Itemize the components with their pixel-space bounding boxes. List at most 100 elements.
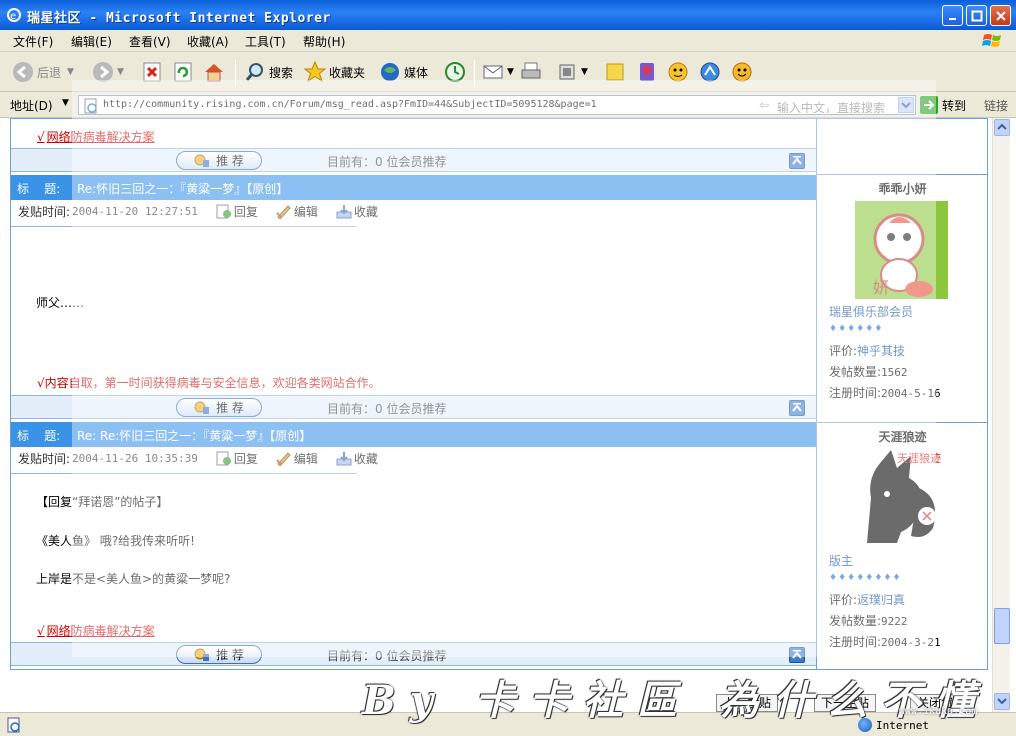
- favorites-button[interactable]: 收藏夹: [304, 60, 365, 84]
- meta-divider: [11, 473, 357, 474]
- recommend-button[interactable]: 推 荐: [176, 645, 262, 664]
- mail-button[interactable]: ▼: [482, 60, 514, 84]
- qq-button[interactable]: [667, 60, 692, 84]
- vertical-scrollbar[interactable]: [992, 118, 1010, 712]
- search-icon: [245, 63, 263, 81]
- maximize-button[interactable]: [966, 5, 987, 26]
- back-to-top-icon[interactable]: [789, 647, 805, 663]
- svg-text:e: e: [10, 11, 16, 22]
- menu-view[interactable]: 查看(V): [129, 33, 171, 50]
- page-content: √ 网络防病毒解决方案 推 荐 目前有：0 位会员推荐 标 题: Re:怀旧三回之…: [0, 118, 1016, 712]
- go-button[interactable]: 转到: [920, 96, 966, 114]
- recommend-bar: 推 荐 目前有：0 位会员推荐: [11, 148, 816, 172]
- user-reg-time: 注册时间:2004-3-21: [829, 635, 941, 649]
- panel-divider: [817, 422, 988, 423]
- post-header: 标 题: Re: Re:怀旧三回之一：『黄粱一梦』【原创】: [11, 422, 816, 447]
- tool-button[interactable]: [699, 60, 724, 84]
- edit-button[interactable]: 编辑: [276, 203, 318, 220]
- user-name[interactable]: 天涯狼迹: [817, 428, 988, 445]
- url-dropdown-button[interactable]: [898, 97, 914, 113]
- refresh-button[interactable]: [172, 60, 197, 84]
- post-body-line: 【回复“拜诺恩”的帖子】: [36, 495, 169, 509]
- print-button[interactable]: [520, 60, 545, 84]
- menu-file[interactable]: 文件(F): [13, 33, 53, 50]
- column-divider: [816, 118, 817, 670]
- next-topic-button[interactable]: 下一主贴: [814, 694, 877, 712]
- address-dropdown-icon[interactable]: ▼: [62, 98, 69, 108]
- user-avatar: 天涯狼迹: [857, 448, 947, 548]
- user-avatar: 妍: [855, 201, 948, 299]
- menu-tools[interactable]: 工具(T): [245, 33, 286, 50]
- edit-page-icon: [559, 64, 575, 80]
- meta-divider: [11, 226, 357, 227]
- ad-link-antivirus[interactable]: √ 网络防病毒解决方案: [37, 622, 155, 639]
- search-arrow-icon: ⇦: [759, 98, 770, 112]
- medal-icon: [194, 401, 210, 414]
- back-to-top-icon[interactable]: [789, 400, 805, 416]
- address-label: 地址(D): [10, 99, 53, 113]
- stop-icon: [143, 62, 161, 82]
- recommend-button[interactable]: 推 荐: [176, 398, 262, 417]
- menu-edit[interactable]: 编辑(E): [71, 33, 112, 50]
- menu-bar: 文件(F) 编辑(E) 查看(V) 收藏(A) 工具(T) 帮助(H): [0, 30, 1016, 52]
- forward-arrow-icon: [93, 62, 113, 82]
- subject-label: 标 题:: [17, 429, 61, 443]
- links-button[interactable]: 链接: [984, 97, 1008, 114]
- menu-favorites[interactable]: 收藏(A): [187, 33, 229, 50]
- windows-logo-icon: [982, 34, 1001, 47]
- back-arrow-icon: [13, 62, 33, 82]
- address-input[interactable]: http://community.rising.com.cn/Forum/msg…: [78, 95, 916, 115]
- status-bar: Internet: [0, 712, 1016, 736]
- reply-icon: [216, 451, 231, 466]
- svg-text:天涯狼迹: 天涯狼迹: [897, 451, 941, 465]
- history-button[interactable]: [444, 60, 469, 84]
- edit-page-button[interactable]: ▼: [556, 60, 588, 84]
- back-to-top-icon[interactable]: [789, 153, 805, 169]
- minimize-button[interactable]: [942, 5, 963, 26]
- recommend-count: 目前有：0 位会员推荐: [327, 649, 447, 663]
- back-button[interactable]: 后退 ▼: [12, 60, 74, 84]
- reply-button[interactable]: 回复: [216, 203, 258, 220]
- user-name[interactable]: 乖乖小妍: [817, 180, 988, 197]
- recommend-bar: 推 荐 目前有：0 位会员推荐: [11, 642, 816, 666]
- edit-icon: [276, 205, 291, 219]
- post-time-label: 发贴时间:: [18, 205, 71, 219]
- discuss-button[interactable]: [604, 60, 629, 84]
- search-button[interactable]: 搜索: [244, 60, 293, 84]
- media-button[interactable]: 媒体: [379, 60, 428, 84]
- chevron-down-icon: [997, 698, 1007, 705]
- collect-button[interactable]: 收藏: [336, 203, 378, 220]
- smiley-button[interactable]: [731, 60, 756, 84]
- reply-button[interactable]: 回复: [216, 450, 258, 467]
- collect-button[interactable]: 收藏: [336, 450, 378, 467]
- post-body-line: 《美人鱼》 哦?给我传来听听!: [36, 534, 195, 548]
- close-button[interactable]: [990, 5, 1011, 26]
- history-icon: [445, 62, 465, 82]
- post-header: 标 题: Re:怀旧三回之一：『黄粱一梦』【原创】: [11, 175, 816, 200]
- url-text: http://community.rising.com.cn/Forum/msg…: [103, 99, 597, 110]
- toolbar-separator: [474, 60, 475, 86]
- recommend-button[interactable]: 推 荐: [176, 151, 262, 170]
- security-zone: Internet: [858, 718, 929, 732]
- note-icon: [606, 63, 624, 81]
- refresh-icon: [174, 62, 192, 82]
- edit-button[interactable]: 编辑: [276, 450, 318, 467]
- prev-topic-button[interactable]: 上一主贴: [716, 694, 779, 712]
- stop-button[interactable]: [141, 60, 166, 84]
- scroll-thumb[interactable]: [994, 608, 1010, 644]
- scroll-up-button[interactable]: [994, 119, 1010, 136]
- menu-help[interactable]: 帮助(H): [303, 33, 345, 50]
- post-subject: Re: Re:怀旧三回之一：『黄粱一梦』【原创】: [77, 429, 312, 443]
- star-icon: [304, 61, 326, 83]
- scroll-down-button[interactable]: [994, 693, 1010, 710]
- post-meta: 发贴时间: 2004-11-20 12:27:51 回复 编辑 收藏: [18, 203, 378, 220]
- recommend-count: 目前有：0 位会员推荐: [327, 155, 447, 169]
- post-meta: 发贴时间: 2004-11-26 10:35:39 回复 编辑 收藏: [18, 450, 378, 467]
- user-rating: 评价:神乎其技: [829, 344, 906, 358]
- ad-link-antivirus[interactable]: √ 网络防病毒解决方案: [37, 128, 155, 145]
- home-button[interactable]: [203, 60, 228, 84]
- post-time: 2004-11-20 12:27:51: [72, 205, 198, 218]
- forward-button[interactable]: ▼: [92, 60, 124, 84]
- messenger-button[interactable]: [636, 60, 661, 84]
- title-bar: e 瑞星社区 - Microsoft Internet Explorer: [0, 0, 1016, 30]
